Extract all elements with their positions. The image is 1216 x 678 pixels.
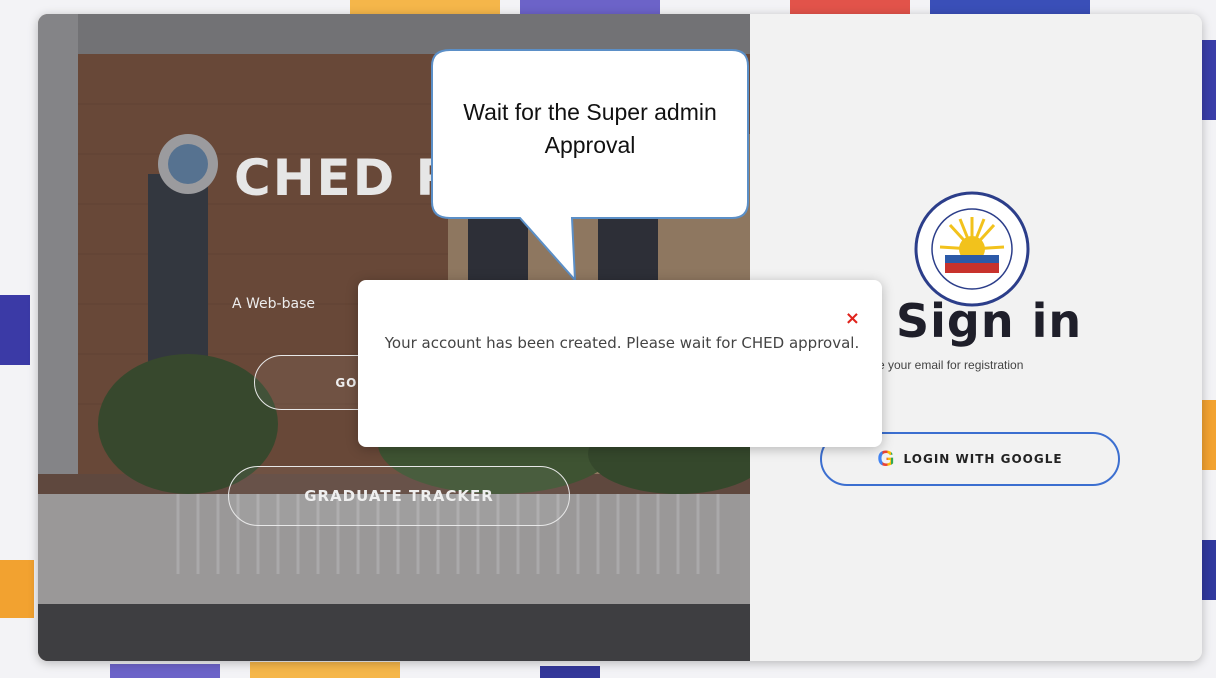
bg-shape [250,662,400,678]
callout-text: Wait for the Super admin Approval [463,99,717,158]
bg-shape [0,560,34,618]
signin-title: Sign in [896,294,1083,348]
close-icon[interactable]: × [845,310,860,328]
ched-seal-logo [914,191,1030,307]
bg-shape [790,0,910,14]
dialog-message: Your account has been created. Please wa… [384,334,860,352]
bg-shape [1200,540,1216,600]
hero-title: CHED R [234,149,457,207]
google-icon: G [877,446,896,471]
account-created-dialog: × Your account has been created. Please … [358,280,882,447]
graduate-tracker-button[interactable]: GRADUATE TRACKER [228,466,570,526]
hero-subtitle: A Web-base [232,296,315,312]
bg-shape [110,664,220,678]
bg-shape [930,0,1090,14]
bg-shape [540,666,600,678]
bg-shape [1200,400,1216,470]
bg-shape [1200,40,1216,120]
bg-shape [350,0,500,14]
bg-shape [0,295,30,365]
signin-note: e your email for registration [878,358,1024,372]
google-button-label: LOGIN WITH GOOGLE [903,452,1063,466]
